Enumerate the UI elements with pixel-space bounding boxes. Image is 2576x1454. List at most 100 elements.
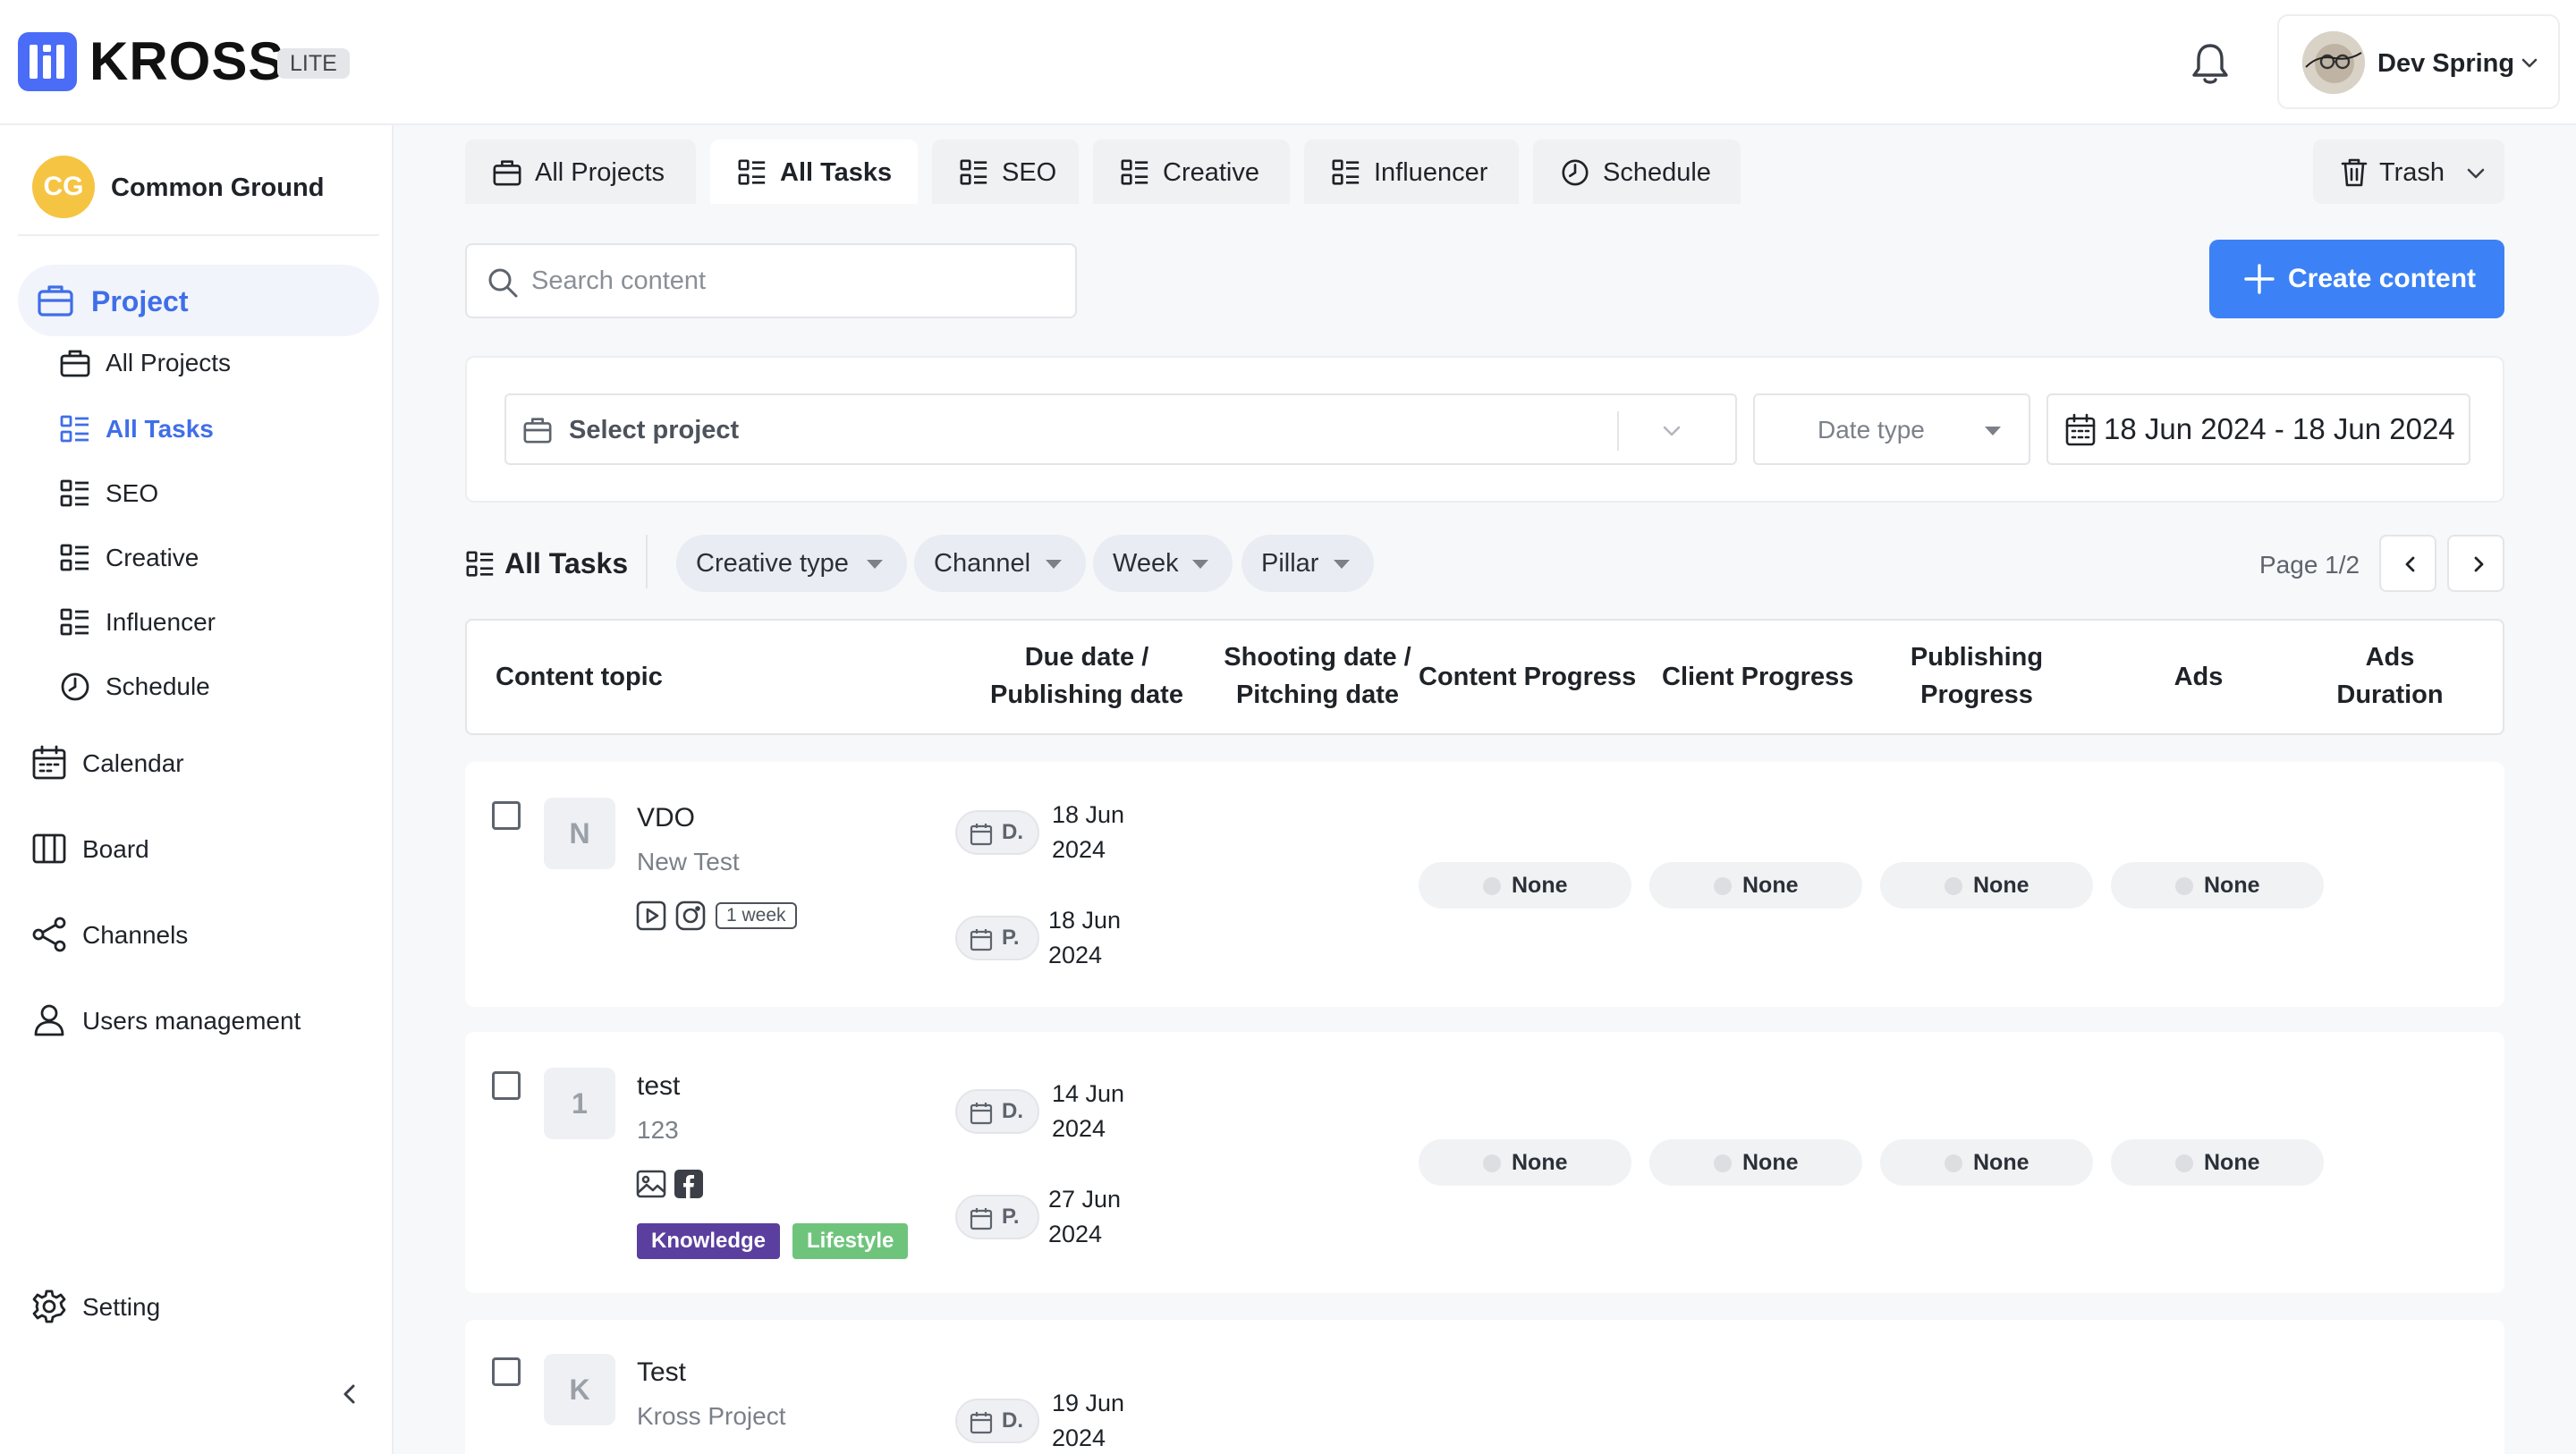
avatar xyxy=(2302,31,2365,94)
column-header-ads[interactable]: Ads xyxy=(2136,658,2261,696)
table-row[interactable]: K Test Kross Project D. 19 Jun 2024 xyxy=(465,1320,2504,1454)
tab-schedule[interactable]: Schedule xyxy=(1533,139,1741,204)
status-label: None xyxy=(1742,873,1799,898)
filter-label: Week xyxy=(1113,549,1179,578)
task-list-icon xyxy=(59,542,91,574)
calendar-icon xyxy=(2064,413,2097,447)
ads-status[interactable]: None xyxy=(2111,862,2324,909)
date-type-letter: D. xyxy=(1002,820,1023,844)
due-date-value: 18 Jun 2024 xyxy=(1052,798,1159,867)
row-checkbox[interactable] xyxy=(492,1357,521,1386)
tag-lifestyle: Lifestyle xyxy=(792,1223,909,1259)
sidebar-item-label: Schedule xyxy=(106,672,210,700)
search-box xyxy=(465,243,1077,318)
header-line: Publishing xyxy=(1910,643,2044,672)
sidebar-item-label: Influencer xyxy=(106,608,216,636)
column-header-publishing-progress[interactable]: Publishing Progress xyxy=(1852,638,2102,714)
video-icon xyxy=(635,900,667,932)
caret-down-icon xyxy=(1984,426,2002,436)
column-header-shooting-date[interactable]: Shooting date / Pitching date xyxy=(1188,638,1447,714)
prev-page-button[interactable] xyxy=(2379,535,2436,592)
publishing-progress-status[interactable]: None xyxy=(1880,862,2093,909)
filter-week[interactable]: Week xyxy=(1093,535,1233,592)
publish-date-pill: P. xyxy=(955,916,1039,960)
tab-creative[interactable]: Creative xyxy=(1093,139,1290,204)
user-menu-button[interactable]: Dev Spring xyxy=(2277,14,2560,109)
task-list-icon xyxy=(59,478,91,510)
notification-bell-icon[interactable] xyxy=(2190,41,2231,86)
create-content-label: Create content xyxy=(2288,264,2477,293)
date-line: 18 Jun xyxy=(1052,801,1125,828)
status-dot xyxy=(1945,877,1962,895)
gear-icon xyxy=(30,1288,68,1325)
date-type-select[interactable]: Date type xyxy=(1753,393,2030,465)
column-header-client-progress[interactable]: Client Progress xyxy=(1662,658,1853,696)
header-line: Duration xyxy=(2336,681,2444,709)
next-page-button[interactable] xyxy=(2447,535,2504,592)
column-header-due-date[interactable]: Due date / Publishing date xyxy=(957,638,1216,714)
content-progress-status[interactable]: None xyxy=(1419,862,1631,909)
tab-all-projects[interactable]: All Projects xyxy=(465,139,696,204)
create-content-button[interactable]: Create content xyxy=(2209,240,2504,318)
project-name: 123 xyxy=(637,1116,679,1144)
logo-icon xyxy=(18,32,77,91)
row-checkbox[interactable] xyxy=(492,801,521,830)
collapse-sidebar-icon[interactable] xyxy=(336,1381,363,1408)
tab-seo[interactable]: SEO xyxy=(932,139,1079,204)
filter-channel[interactable]: Channel xyxy=(914,535,1086,592)
content-progress-status[interactable]: None xyxy=(1419,1139,1631,1186)
content-topic[interactable]: VDO xyxy=(637,801,695,835)
status-dot xyxy=(2175,877,2193,895)
sidebar-item-project[interactable]: Project xyxy=(18,265,379,336)
app-root: KROSS LITE Dev Spring CG Common Ground P… xyxy=(0,0,2576,1454)
date-type-letter: D. xyxy=(1002,1099,1023,1123)
trash-button[interactable]: Trash xyxy=(2313,139,2504,204)
ads-status[interactable]: None xyxy=(2111,1139,2324,1186)
client-progress-status[interactable]: None xyxy=(1649,862,1862,909)
plan-badge: LITE xyxy=(277,48,350,79)
header-line: Ads xyxy=(2365,643,2415,672)
tab-label: Influencer xyxy=(1374,158,1488,187)
share-icon xyxy=(30,916,68,953)
filter-label: Creative type xyxy=(696,549,849,578)
filter-card: Select project Date type 18 Jun 2024 - 1… xyxy=(465,356,2504,503)
sidebar-item-label: Users management xyxy=(82,1007,301,1035)
board-icon xyxy=(30,830,68,867)
search-input[interactable] xyxy=(531,263,1050,299)
content-topic[interactable]: test xyxy=(637,1069,680,1103)
divider xyxy=(18,234,379,236)
filter-label: Pillar xyxy=(1261,549,1319,578)
column-header-content-topic[interactable]: Content topic xyxy=(496,658,663,696)
sidebar-item-label: All Tasks xyxy=(106,415,214,443)
calendar-icon xyxy=(970,928,993,951)
status-label: None xyxy=(1512,873,1568,898)
tab-all-tasks[interactable]: All Tasks xyxy=(710,139,918,204)
filter-label: Channel xyxy=(934,549,1031,578)
column-header-ads-duration[interactable]: Ads Duration xyxy=(2318,638,2462,714)
row-checkbox[interactable] xyxy=(492,1071,521,1100)
table-row[interactable]: 1 test 123 Knowledge Lifestyle D. 14 Jun… xyxy=(465,1032,2504,1293)
filter-pillar[interactable]: Pillar xyxy=(1241,535,1374,592)
briefcase-icon xyxy=(59,347,91,379)
workspace-name[interactable]: Common Ground xyxy=(111,172,324,204)
filter-creative-type[interactable]: Creative type xyxy=(676,535,907,592)
sidebar-item-label: All Projects xyxy=(106,349,232,376)
content-thumbnail: N xyxy=(544,798,615,869)
status-label: None xyxy=(1973,873,2029,898)
status-label: None xyxy=(2204,873,2260,898)
publishing-progress-status[interactable]: None xyxy=(1880,1139,2093,1186)
client-progress-status[interactable]: None xyxy=(1649,1139,1862,1186)
date-range-picker[interactable]: 18 Jun 2024 - 18 Jun 2024 xyxy=(2046,393,2470,465)
content-topic[interactable]: Test xyxy=(637,1356,686,1390)
briefcase-icon xyxy=(36,281,75,320)
select-project-dropdown[interactable]: Select project xyxy=(504,393,1737,465)
tab-influencer[interactable]: Influencer xyxy=(1304,139,1519,204)
header-line: Progress xyxy=(1920,681,2033,709)
logo-text: KROSS xyxy=(89,31,285,91)
publish-date-value: 18 Jun 2024 xyxy=(1048,903,1156,973)
table-row[interactable]: N VDO New Test 1 week D. 18 Jun 2024 P. … xyxy=(465,762,2504,1007)
divider xyxy=(646,535,648,588)
column-header-content-progress[interactable]: Content Progress xyxy=(1419,658,1636,696)
tab-label: All Tasks xyxy=(780,158,893,187)
user-name: Dev Spring xyxy=(2377,49,2515,78)
